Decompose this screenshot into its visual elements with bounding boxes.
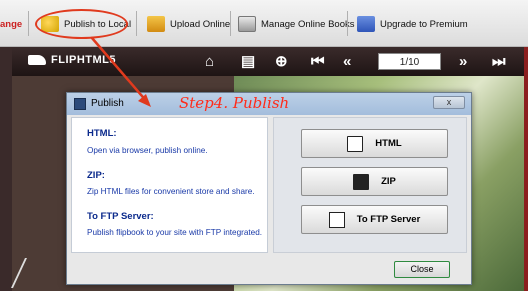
- next-page-icon[interactable]: »: [459, 53, 467, 70]
- window-border: [524, 47, 528, 291]
- ftp-section-title: To FTP Server:: [87, 211, 154, 222]
- publish-dialog: Publish x HTML: Open via browser, publis…: [66, 92, 472, 285]
- zip-section-desc: Zip HTML files for convenient store and …: [87, 187, 255, 196]
- ftp-publish-button[interactable]: To FTP Server: [301, 205, 448, 234]
- toolbar-divider: [230, 11, 231, 36]
- ftp-section-desc: Publish flipbook to your site with FTP i…: [87, 228, 263, 237]
- fliphtml5-logo: FLIPHTML5: [28, 54, 116, 66]
- html-publish-button[interactable]: HTML: [301, 129, 448, 158]
- html-section-title: HTML:: [87, 128, 117, 139]
- manage-online-books-label: Manage Online Books: [261, 18, 355, 30]
- manage-books-icon: [238, 16, 256, 32]
- upgrade-premium-button[interactable]: Upgrade to Premium: [357, 13, 468, 35]
- toolbar-divider: [136, 11, 137, 36]
- toolbar-divider: [347, 11, 348, 36]
- logo-mark-icon: [28, 55, 46, 65]
- prev-page-icon[interactable]: «: [343, 53, 351, 70]
- dialog-title: Publish: [91, 98, 124, 109]
- page-indicator[interactable]: 1/10: [378, 53, 441, 70]
- upload-online-button[interactable]: Upload Online: [147, 13, 230, 35]
- last-page-icon[interactable]: ⏭: [492, 53, 506, 70]
- highlight-oval: [35, 9, 128, 39]
- html-button-label: HTML: [375, 138, 402, 149]
- step-annotation: Step4. Publish: [179, 94, 290, 112]
- publish-descriptions: HTML: Open via browser, publish online. …: [71, 117, 268, 253]
- first-page-icon[interactable]: ⏮: [311, 53, 325, 70]
- app-icon: [74, 98, 86, 110]
- toolbar-divider: [28, 11, 29, 36]
- zip-button-label: ZIP: [381, 176, 396, 187]
- viewer-toolbar: FLIPHTML5 ⌂ ▤ ⊕ ⏮ « 1/10 » ⏭: [12, 47, 524, 76]
- upload-online-icon: [147, 16, 165, 32]
- zip-section-title: ZIP:: [87, 170, 105, 181]
- ftp-server-icon: [328, 211, 345, 228]
- zip-icon: [353, 173, 370, 190]
- close-button[interactable]: Close: [394, 261, 450, 278]
- publish-buttons-panel: HTML ZIP To FTP Server: [273, 117, 467, 253]
- manage-online-books-button[interactable]: Manage Online Books: [238, 13, 354, 35]
- logo-text: FLIPHTML5: [51, 54, 116, 66]
- upload-online-label: Upload Online: [170, 18, 231, 30]
- html-section-desc: Open via browser, publish online.: [87, 146, 208, 155]
- print-icon[interactable]: ▤: [241, 53, 255, 70]
- dialog-close-x-button[interactable]: x: [433, 96, 465, 109]
- home-icon[interactable]: ⌂: [205, 53, 214, 70]
- zip-publish-button[interactable]: ZIP: [301, 167, 448, 196]
- upgrade-premium-label: Upgrade to Premium: [380, 18, 468, 30]
- toolbar-item-partial[interactable]: ange: [0, 13, 22, 35]
- ftp-button-label: To FTP Server: [356, 214, 421, 225]
- zoom-icon[interactable]: ⊕: [275, 53, 288, 70]
- html-file-icon: [347, 135, 364, 152]
- cart-icon: [357, 16, 375, 32]
